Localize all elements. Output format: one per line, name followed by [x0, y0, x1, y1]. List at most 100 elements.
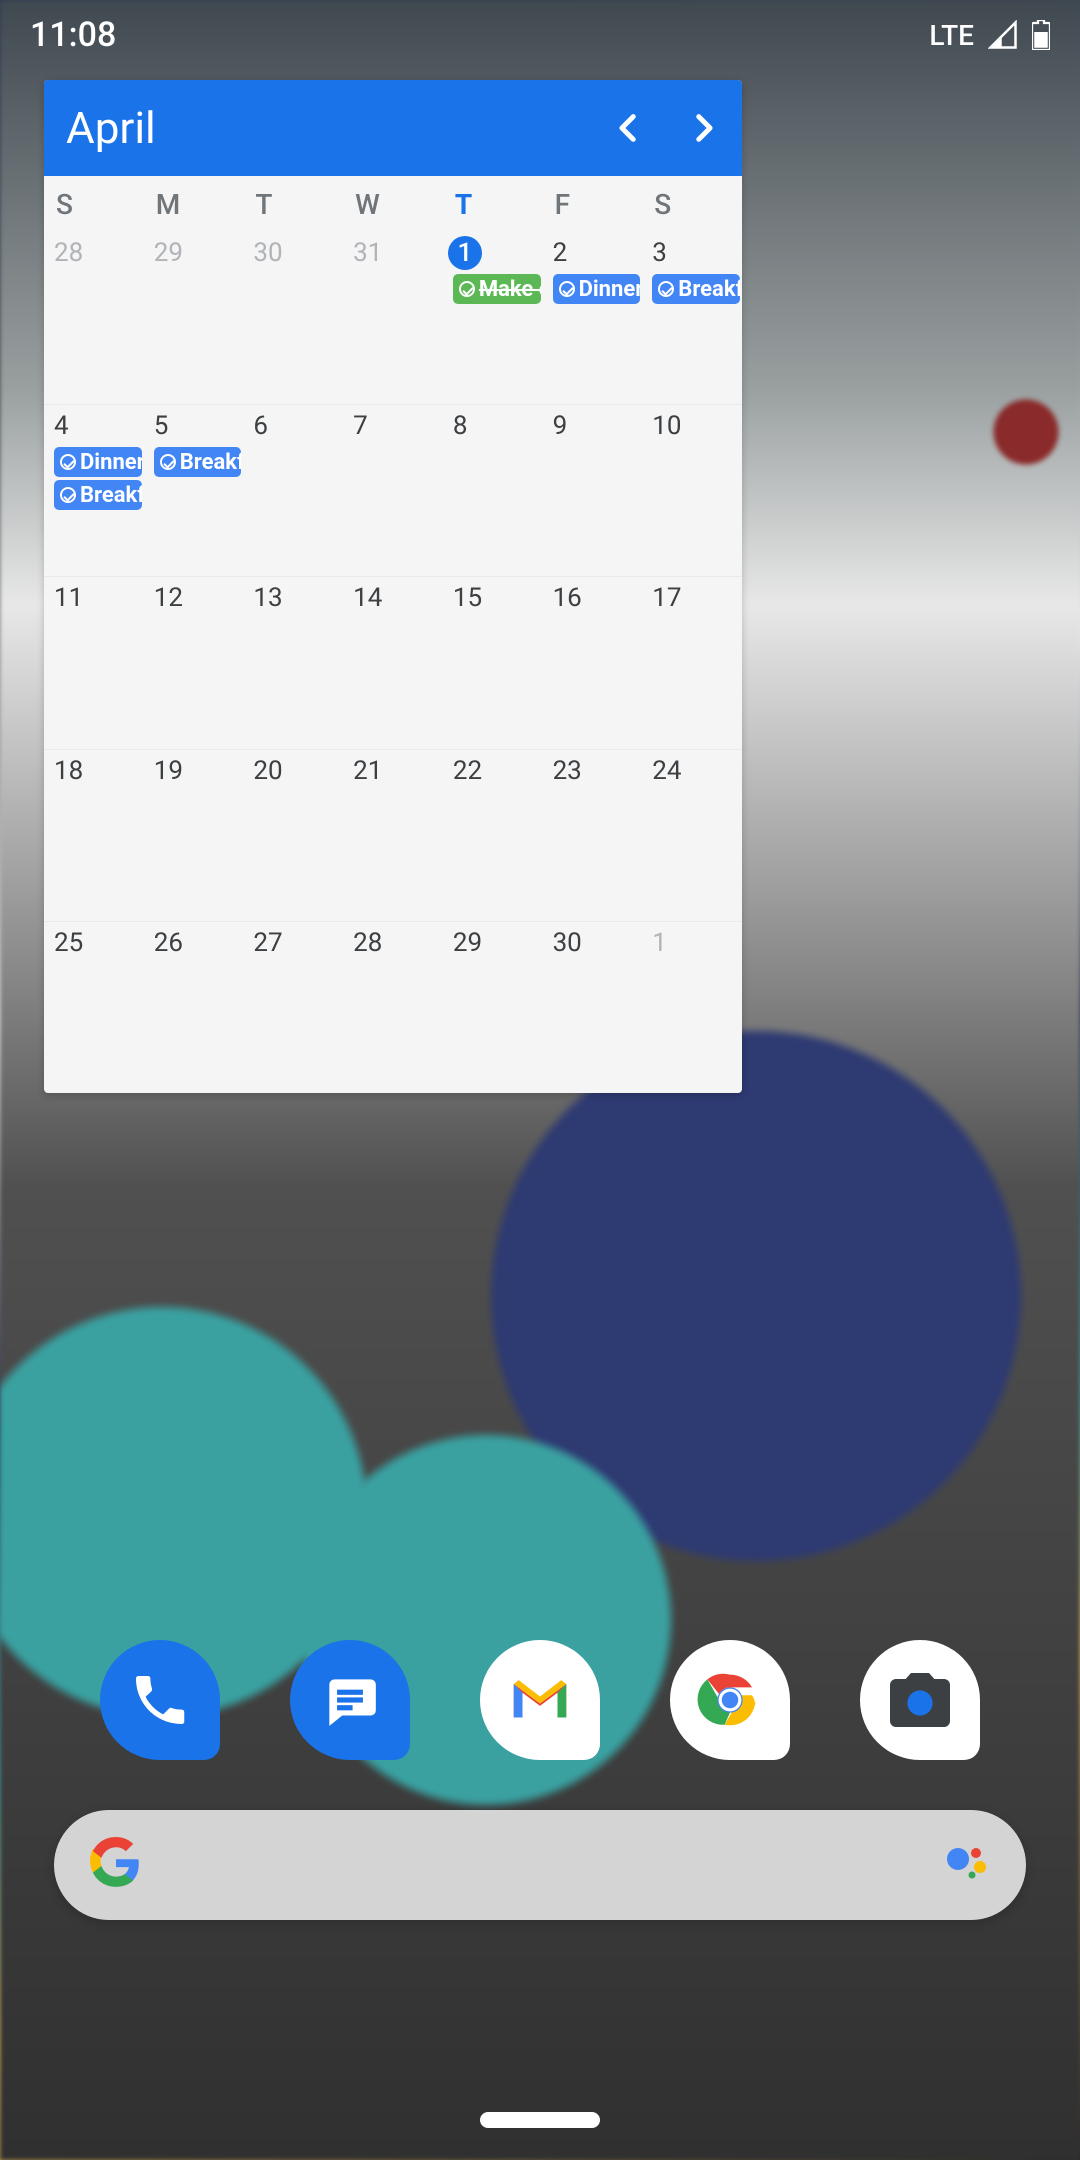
day-cell[interactable]: 15	[443, 576, 543, 748]
app-camera[interactable]	[860, 1640, 980, 1760]
day-cell[interactable]: 27	[243, 921, 343, 1093]
assistant-icon[interactable]	[942, 1839, 990, 1891]
event-chip[interactable]: Breakfa	[54, 480, 142, 510]
day-number: 31	[353, 236, 441, 270]
day-number: 24	[652, 754, 740, 788]
gmail-icon	[505, 1665, 575, 1735]
app-messages[interactable]	[290, 1640, 410, 1760]
next-month-button[interactable]	[686, 108, 720, 148]
day-cell[interactable]: 30	[243, 232, 343, 404]
day-number: 4	[54, 409, 142, 443]
day-cell[interactable]: 5 Breakfa	[144, 404, 244, 576]
day-cell[interactable]: 9	[543, 404, 643, 576]
event-chip[interactable]: Breakfa	[154, 447, 242, 477]
day-cell[interactable]: 18	[44, 749, 144, 921]
day-number: 1	[652, 926, 740, 960]
chevron-left-icon	[612, 108, 646, 148]
prev-month-button[interactable]	[612, 108, 646, 148]
app-gmail[interactable]	[480, 1640, 600, 1760]
day-cell[interactable]: 16	[543, 576, 643, 748]
phone-icon	[128, 1668, 192, 1732]
day-cell[interactable]: 8	[443, 404, 543, 576]
day-number: 7	[353, 409, 441, 443]
task-check-icon	[658, 281, 674, 297]
day-cell[interactable]: 2Dinner:	[543, 232, 643, 404]
task-check-icon	[459, 281, 475, 297]
camera-icon	[884, 1664, 956, 1736]
day-number: 17	[652, 581, 740, 615]
day-number: 20	[253, 754, 341, 788]
day-number: 25	[54, 926, 142, 960]
day-cell[interactable]: 12	[144, 576, 244, 748]
month-title: April	[66, 102, 156, 154]
task-check-icon	[160, 454, 176, 470]
day-cell[interactable]: 31	[343, 232, 443, 404]
event-chips: Breakfa	[652, 274, 740, 304]
event-label: Breakfa	[180, 450, 242, 475]
status-time: 11:08	[30, 15, 116, 55]
day-cell[interactable]: 11	[44, 576, 144, 748]
day-cell[interactable]: 22	[443, 749, 543, 921]
day-number: 9	[553, 409, 641, 443]
event-chips: Dinner: Breakfa	[54, 447, 142, 510]
status-bar: 11:08 LTE	[0, 0, 1080, 70]
day-number: 15	[453, 581, 541, 615]
day-number: 14	[353, 581, 441, 615]
day-number: 30	[553, 926, 641, 960]
day-cell[interactable]: 1	[642, 921, 742, 1093]
day-number: 27	[253, 926, 341, 960]
day-cell[interactable]: 1 Make e	[443, 232, 543, 404]
task-check-icon	[60, 454, 76, 470]
day-cell[interactable]: 25	[44, 921, 144, 1093]
chrome-icon	[692, 1662, 768, 1738]
day-cell[interactable]: 7	[343, 404, 443, 576]
event-chips: Make e	[453, 274, 541, 304]
google-search-bar[interactable]	[54, 1810, 1026, 1920]
event-chip[interactable]: Breakfa	[652, 274, 740, 304]
app-chrome[interactable]	[670, 1640, 790, 1760]
nav-handle[interactable]	[480, 2112, 600, 2128]
day-cell[interactable]: 30	[543, 921, 643, 1093]
signal-icon	[988, 20, 1018, 50]
day-cell[interactable]: 13	[243, 576, 343, 748]
day-cell[interactable]: 17	[642, 576, 742, 748]
day-number: 19	[154, 754, 242, 788]
task-check-icon	[60, 487, 76, 503]
dow-cell: W	[343, 176, 443, 232]
day-cell[interactable]: 28	[343, 921, 443, 1093]
dow-cell: T	[443, 176, 543, 232]
day-cell[interactable]: 21	[343, 749, 443, 921]
event-chip[interactable]: Dinner:	[553, 274, 641, 304]
day-cell[interactable]: 3Breakfa	[642, 232, 742, 404]
day-number: 1	[453, 236, 541, 270]
day-cell[interactable]: 19	[144, 749, 244, 921]
event-label: Make e	[479, 277, 541, 302]
calendar-widget[interactable]: April SMTWTFS 282930311Make e2Dinner:3Br…	[44, 80, 742, 1093]
day-number: 29	[453, 926, 541, 960]
calendar-grid: 282930311Make e2Dinner:3Breakfa4Dinner:B…	[44, 232, 742, 1093]
day-number: 28	[54, 236, 142, 270]
dow-cell: S	[642, 176, 742, 232]
day-cell[interactable]: 24	[642, 749, 742, 921]
day-cell[interactable]: 20	[243, 749, 343, 921]
google-g-icon	[90, 1837, 142, 1893]
day-cell[interactable]: 28	[44, 232, 144, 404]
day-cell[interactable]: 29	[443, 921, 543, 1093]
day-number: 30	[253, 236, 341, 270]
event-chip[interactable]: Make e	[453, 274, 541, 304]
event-chip[interactable]: Dinner:	[54, 447, 142, 477]
dow-cell: S	[44, 176, 144, 232]
day-cell[interactable]: 6	[243, 404, 343, 576]
day-number: 5	[154, 409, 242, 443]
day-number: 10	[652, 409, 740, 443]
event-label: Breakfa	[678, 277, 740, 302]
day-cell[interactable]: 4 Dinner: Breakfa	[44, 404, 144, 576]
day-cell[interactable]: 10	[642, 404, 742, 576]
day-cell[interactable]: 29	[144, 232, 244, 404]
event-label: Breakfa	[80, 483, 142, 508]
day-cell[interactable]: 14	[343, 576, 443, 748]
day-cell[interactable]: 23	[543, 749, 643, 921]
day-cell[interactable]: 26	[144, 921, 244, 1093]
app-phone[interactable]	[100, 1640, 220, 1760]
status-right: LTE	[929, 19, 1050, 52]
